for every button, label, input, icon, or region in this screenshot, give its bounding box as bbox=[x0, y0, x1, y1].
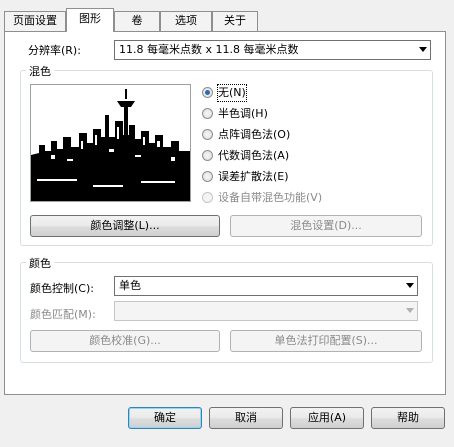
resolution-label: 分辨率(R): bbox=[28, 44, 81, 57]
color-group-title: 颜色 bbox=[26, 255, 54, 271]
cancel-button[interactable]: 取消 bbox=[209, 407, 283, 429]
help-button[interactable]: 帮助 bbox=[371, 407, 445, 429]
radio-icon bbox=[202, 129, 213, 140]
color-control-select[interactable]: 单色 bbox=[114, 276, 418, 296]
color-control-label: 颜色控制(C): bbox=[30, 282, 94, 295]
radio-icon bbox=[202, 108, 213, 119]
dither-option-label: 点阵调色法(O) bbox=[218, 128, 291, 141]
dither-option-label: 代数调色法(A) bbox=[218, 149, 290, 162]
dither-option-label: 无(N) bbox=[217, 84, 247, 102]
tab-graphics[interactable]: 图形 bbox=[66, 8, 114, 32]
ok-button[interactable]: 确定 bbox=[128, 407, 202, 429]
apply-button[interactable]: 应用(A) bbox=[290, 407, 364, 429]
tab-page-setup[interactable]: 页面设置 bbox=[4, 11, 66, 31]
mono-print-config-button: 单色法打印配置(S)... bbox=[230, 330, 422, 352]
chevron-down-icon bbox=[419, 47, 427, 52]
tab-volume[interactable]: 卷 bbox=[114, 11, 160, 31]
color-match-select bbox=[114, 301, 418, 321]
tab-options[interactable]: 选项 bbox=[160, 11, 212, 31]
resolution-select[interactable]: 11.8 每毫米点数 x 11.8 每毫米点数 bbox=[114, 40, 431, 60]
color-calibrate-button: 颜色校准(G)... bbox=[30, 330, 220, 352]
city-skyline-image bbox=[31, 85, 190, 201]
dither-group-title: 混色 bbox=[26, 63, 54, 79]
color-match-label: 颜色匹配(M): bbox=[30, 308, 96, 321]
radio-icon bbox=[202, 171, 213, 182]
tab-about[interactable]: 关于 bbox=[212, 11, 258, 31]
radio-icon bbox=[202, 150, 213, 161]
color-adjust-button[interactable]: 颜色调整(L)... bbox=[30, 215, 220, 237]
radio-checked-icon bbox=[202, 87, 213, 98]
dither-option-label: 误差扩散法(E) bbox=[218, 170, 289, 183]
dither-option-label: 设备自带混色功能(V) bbox=[218, 191, 323, 204]
dither-preview-image bbox=[30, 84, 191, 202]
chevron-down-icon bbox=[406, 308, 414, 313]
chevron-down-icon bbox=[406, 283, 414, 288]
color-control-value: 单色 bbox=[119, 279, 141, 292]
dither-settings-button: 混色设置(D)... bbox=[230, 215, 422, 237]
resolution-value: 11.8 每毫米点数 x 11.8 每毫米点数 bbox=[119, 43, 299, 56]
dither-option-label: 半色调(H) bbox=[218, 107, 268, 120]
radio-icon bbox=[202, 192, 213, 203]
